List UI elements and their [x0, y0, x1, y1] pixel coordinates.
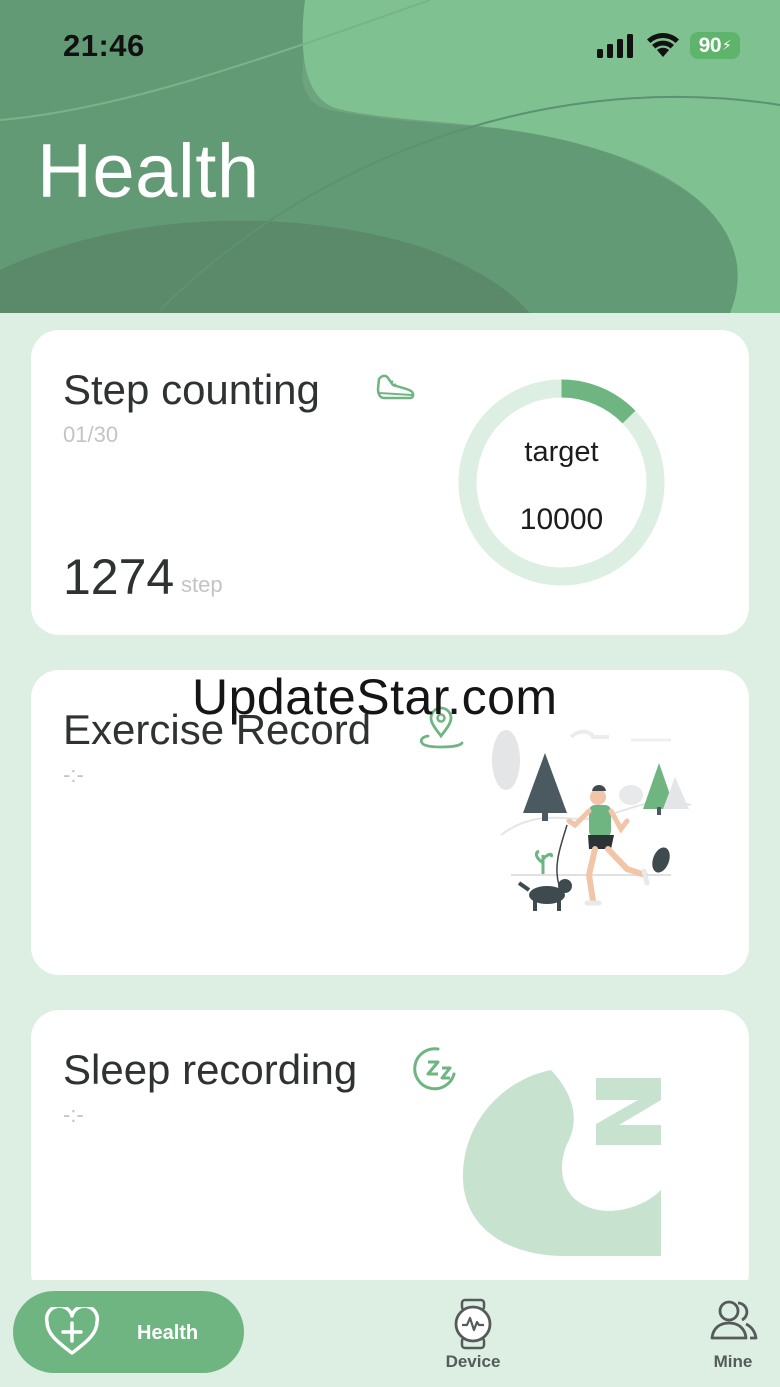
battery-level: 90 [698, 33, 722, 57]
status-bar: 21:46 90 ⚡ [0, 0, 780, 90]
tab-bar: Health Device Mine [0, 1280, 780, 1387]
target-value: 10000 [519, 503, 604, 536]
tab-mine[interactable]: Mine [700, 1298, 766, 1383]
tab-device[interactable]: Device [440, 1298, 506, 1383]
tab-health[interactable]: Health [13, 1291, 244, 1373]
watermark: UpdateStar.com [192, 669, 558, 725]
moon-illustration [462, 1070, 661, 1257]
tab-health-label: Health [137, 1322, 199, 1344]
zz-sleep-icon [413, 1047, 456, 1091]
sleep-card-title: Sleep recording [63, 1046, 358, 1093]
tab-device-label: Device [445, 1352, 501, 1371]
step-count-value: 1274 [63, 549, 175, 605]
tab-mine-label: Mine [713, 1352, 753, 1371]
sleep-value: -:- [63, 1102, 84, 1127]
wifi-icon [647, 33, 679, 57]
status-time: 21:46 [63, 28, 145, 63]
target-label: target [524, 436, 599, 468]
heart-plus-icon [44, 1307, 100, 1355]
sleep-recording-card[interactable]: Sleep recording -:- [31, 1010, 749, 1300]
step-card-title: Step counting [63, 366, 320, 413]
runner-illustration [492, 729, 692, 911]
watch-icon [454, 1298, 492, 1350]
bolt-icon: ⚡ [722, 37, 732, 53]
battery-charging-icon: 90 ⚡ [690, 32, 740, 59]
exercise-value: -:- [63, 762, 84, 787]
step-date: 01/30 [63, 422, 119, 447]
page-title: Health [37, 129, 260, 214]
step-counting-card[interactable]: Step counting 01/30 1274 step target 100… [31, 330, 749, 635]
step-progress-ring [458, 379, 665, 586]
cellular-signal-icon [597, 34, 633, 58]
step-unit: step [181, 572, 223, 597]
header: 21:46 90 ⚡ Health [0, 0, 780, 313]
user-profile-icon [710, 1300, 758, 1340]
shoe-icon [376, 374, 415, 400]
